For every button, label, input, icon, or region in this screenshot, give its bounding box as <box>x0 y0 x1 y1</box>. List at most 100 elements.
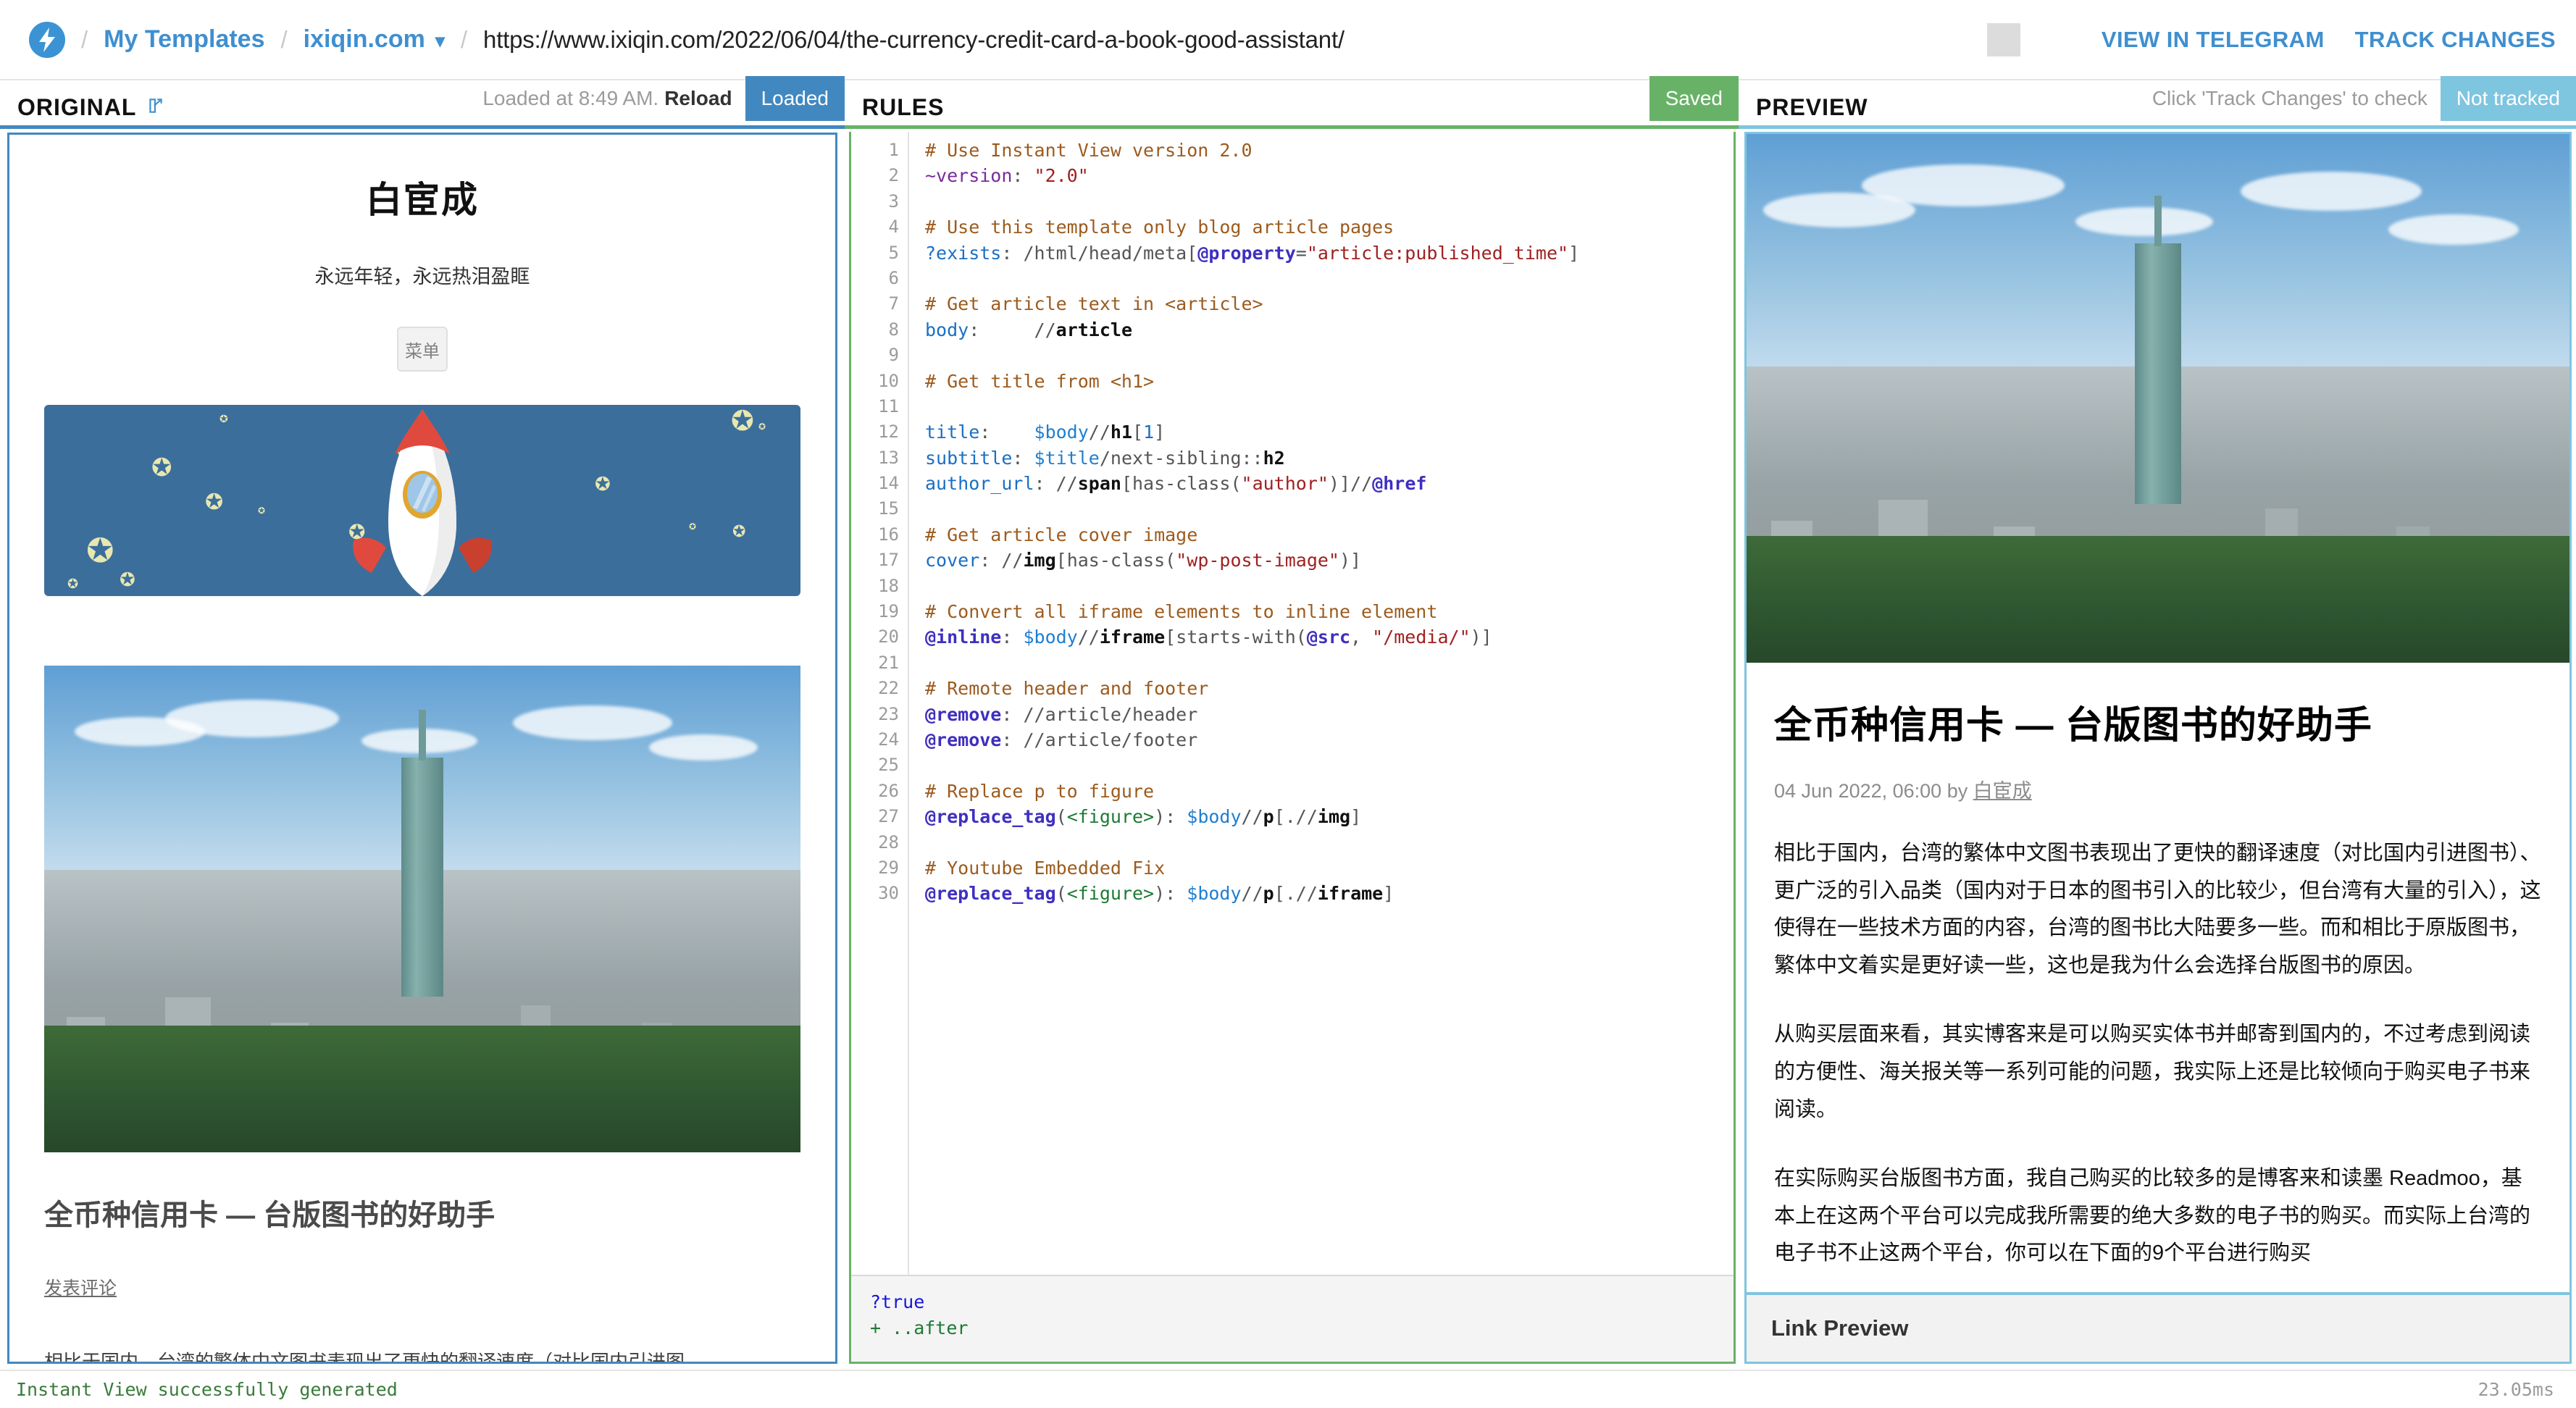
code-line[interactable]: @replace_tag(<figure>): $body//p[.//ifra… <box>925 881 1734 906</box>
code-token: [has-class( <box>1121 473 1242 494</box>
code-token: "author" <box>1242 473 1329 494</box>
rules-footer-condition: ?true <box>870 1289 1734 1315</box>
code-token: [.// <box>1274 806 1318 827</box>
breadcrumb-my-templates[interactable]: My Templates <box>104 25 264 54</box>
preview-article-author[interactable]: 白宦成 <box>1973 780 2032 802</box>
code-token: <figure> <box>1067 883 1154 904</box>
line-number: 23 <box>851 702 908 727</box>
code-line[interactable]: body: //article <box>925 317 1734 343</box>
link-preview-label: Link Preview <box>1747 1292 2569 1362</box>
code-line[interactable] <box>925 266 1734 291</box>
preview-panel-status: Click 'Track Changes' to check Not track… <box>2152 76 2576 121</box>
line-number: 2 <box>851 163 908 188</box>
code-line[interactable]: @inline: $body//iframe[starts-with(@src,… <box>925 624 1734 650</box>
topbar-actions: VIEW IN TELEGRAM TRACK CHANGES <box>1987 23 2576 56</box>
telegram-lightning-icon[interactable] <box>29 22 65 58</box>
line-number: 7 <box>851 291 908 317</box>
code-token: ( <box>1056 883 1067 904</box>
track-changes-button[interactable]: TRACK CHANGES <box>2355 27 2556 53</box>
code-line[interactable]: # Get title from <h1> <box>925 369 1734 394</box>
code-token: article <box>1056 319 1132 340</box>
code-token: ] <box>1568 243 1579 264</box>
code-token: ): <box>1154 883 1187 904</box>
code-token: @remove <box>925 704 1001 725</box>
code-token: : //article/header <box>1001 704 1197 725</box>
code-token: ] <box>1383 883 1394 904</box>
code-line[interactable] <box>925 189 1734 214</box>
code-token: ] <box>1350 806 1361 827</box>
line-number: 10 <box>851 369 908 394</box>
code-line[interactable]: # Use Instant View version 2.0 <box>925 138 1734 163</box>
original-page-frame[interactable]: 白宦成 永远年轻，永远热泪盈眶 菜单 ✪ ✪ ✪ ✪ ✪ ✪ ✪ ✪ ✪ ✪ ✪… <box>7 133 837 1364</box>
code-line[interactable]: # Convert all iframe elements to inline … <box>925 599 1734 624</box>
open-external-icon[interactable] <box>146 94 165 121</box>
code-token: : // <box>1034 473 1078 494</box>
code-token: $body <box>1034 422 1089 443</box>
code-line[interactable]: @remove: //article/header <box>925 702 1734 727</box>
preview-article-frame[interactable]: 全币种信用卡 — 台版图书的好助手 04 Jun 2022, 06:00 by … <box>1744 132 2572 1364</box>
rules-panel-header: RULES Saved <box>845 80 1739 125</box>
code-line[interactable] <box>925 830 1734 855</box>
original-panel-body[interactable]: 白宦成 永远年轻，永远热泪盈眶 菜单 ✪ ✪ ✪ ✪ ✪ ✪ ✪ ✪ ✪ ✪ ✪… <box>0 129 845 1370</box>
rules-panel-status: Saved <box>1649 76 1739 121</box>
original-menu-button[interactable]: 菜单 <box>397 327 448 372</box>
code-line[interactable]: @replace_tag(<figure>): $body//p[.//img] <box>925 804 1734 829</box>
code-line[interactable]: author_url: //span[has-class("author")]/… <box>925 471 1734 496</box>
view-in-telegram-button[interactable]: VIEW IN TELEGRAM <box>2102 27 2325 53</box>
code-token: p <box>1263 806 1274 827</box>
code-token: )]// <box>1329 473 1372 494</box>
taipei-101-skyline-photo <box>1747 134 2569 663</box>
line-number: 25 <box>851 753 908 778</box>
code-token: h1 <box>1111 422 1132 443</box>
code-content[interactable]: # Use Instant View version 2.0~version: … <box>909 132 1734 1275</box>
preview-panel-body[interactable]: 全币种信用卡 — 台版图书的好助手 04 Jun 2022, 06:00 by … <box>1739 129 2576 1370</box>
original-site-title: 白宦成 <box>9 171 835 223</box>
code-line[interactable] <box>925 343 1734 368</box>
code-line[interactable]: @remove: //article/footer <box>925 727 1734 753</box>
original-comment-link[interactable]: 发表评论 <box>44 1274 117 1300</box>
code-token: # Use Instant View version 2.0 <box>925 140 1253 161</box>
code-token: # Get article text in <article> <box>925 293 1263 314</box>
rules-status-badge: Saved <box>1649 76 1739 121</box>
line-number: 19 <box>851 599 908 624</box>
code-line[interactable]: # Remote header and footer <box>925 676 1734 701</box>
code-token: [starts-with( <box>1165 627 1307 648</box>
code-line[interactable]: cover: //img[has-class("wp-post-image")] <box>925 548 1734 573</box>
code-line[interactable] <box>925 650 1734 676</box>
original-panel: ORIGINAL Loaded at 8:49 AM. Reload Loade… <box>0 80 845 1370</box>
code-line[interactable]: # Use this template only blog article pa… <box>925 214 1734 240</box>
code-line[interactable]: title: $body//h1[1] <box>925 419 1734 445</box>
code-line[interactable]: ?exists: /html/head/meta[@property="arti… <box>925 240 1734 266</box>
placeholder-box <box>1987 23 2020 56</box>
code-line[interactable] <box>925 574 1734 599</box>
code-line[interactable] <box>925 753 1734 778</box>
rules-footer-after: + ..after <box>870 1315 1734 1341</box>
code-line[interactable]: ~version: "2.0" <box>925 163 1734 188</box>
code-token: span <box>1078 473 1121 494</box>
panels-container: ORIGINAL Loaded at 8:49 AM. Reload Loade… <box>0 80 2576 1370</box>
code-token: author_url <box>925 473 1034 494</box>
code-line[interactable] <box>925 496 1734 521</box>
original-panel-header: ORIGINAL Loaded at 8:49 AM. Reload Loade… <box>0 80 845 125</box>
rules-editor[interactable]: 1234567891011121314151617181920212223242… <box>849 132 1736 1364</box>
code-token: , <box>1350 627 1372 648</box>
code-token: iframe <box>1318 883 1383 904</box>
code-editor-area[interactable]: 1234567891011121314151617181920212223242… <box>851 132 1734 1275</box>
code-line[interactable]: subtitle: $title/next-sibling::h2 <box>925 445 1734 471</box>
code-line[interactable]: # Youtube Embedded Fix <box>925 855 1734 881</box>
rules-panel: RULES Saved 1234567891011121314151617181… <box>845 80 1739 1370</box>
breadcrumb-separator-3: / <box>461 26 467 54</box>
line-number: 21 <box>851 650 908 676</box>
code-line[interactable]: # Get article cover image <box>925 522 1734 548</box>
code-line[interactable] <box>925 394 1734 419</box>
preview-panel-header: PREVIEW Click 'Track Changes' to check N… <box>1739 80 2576 125</box>
reload-link[interactable]: Reload <box>664 87 732 110</box>
breadcrumb-separator-2: / <box>281 26 288 54</box>
code-token: $title <box>1034 448 1100 469</box>
code-token: subtitle <box>925 448 1012 469</box>
code-line[interactable]: # Get article text in <article> <box>925 291 1734 317</box>
breadcrumb-domain[interactable]: ixiqin.com▾ <box>304 25 445 54</box>
code-token: // <box>1078 627 1100 648</box>
breadcrumb-url[interactable]: https://www.ixiqin.com/2022/06/04/the-cu… <box>483 26 1345 54</box>
code-line[interactable]: # Replace p to figure <box>925 779 1734 804</box>
